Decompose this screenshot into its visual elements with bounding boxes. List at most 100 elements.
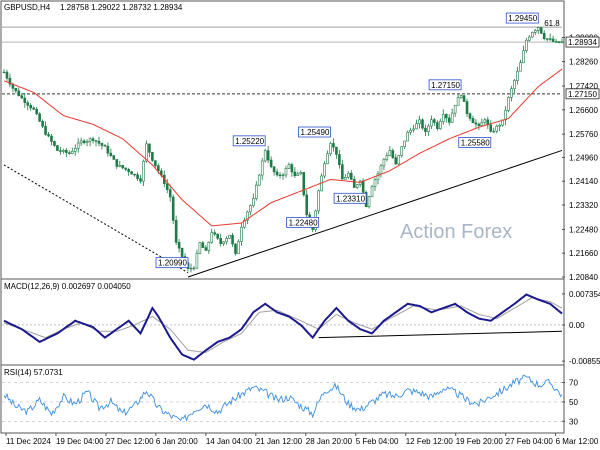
candle-body [382,158,386,167]
candle-body [65,150,68,153]
candle-body [400,146,404,156]
candle-body [168,189,172,198]
annotation-label: 1.20990 [158,259,187,268]
candle-body [97,140,101,144]
candle-body [237,241,240,254]
candle-body [198,242,202,254]
candle-body [516,70,519,81]
candle-body [174,220,178,243]
price-tick-label: 1.22480 [569,225,598,234]
candle-body [254,184,258,199]
candle-body [44,125,47,135]
candle-body [468,113,472,119]
candle-body [165,183,169,190]
time-tick-label: 27 Dec 12:00 [106,437,154,446]
time-tick-label: 14 Jan 04:00 [206,437,253,446]
candle-body [305,194,309,216]
candle-body [418,119,421,124]
fib-label: 61.8 [544,19,560,28]
price-tick-label: 1.25760 [569,130,598,139]
candle-body [73,148,77,152]
candle-body [100,143,104,146]
candle-body [554,41,558,43]
candle-body [480,121,484,126]
candle-body [29,105,33,109]
candle-body [121,164,125,169]
candle-body [424,127,427,132]
candle-body [26,102,30,106]
candle-body [275,171,279,176]
candle-body [189,267,193,270]
rsi-tick-label: 70 [569,379,578,388]
candle-body [370,186,374,197]
macd-tick-label: 0.007354 [569,290,600,299]
price-tick-label: 1.26600 [569,106,598,115]
candle-body [415,123,418,130]
candle-body [219,238,222,244]
price-tick-label: 1.20840 [569,273,598,282]
macd-header: MACD(12,26,9) 0.002697 0.004050 [4,282,131,291]
watermark: Action Forex [400,221,512,243]
macd-tick-label: 0.00 [569,321,585,330]
candle-body [210,232,214,243]
candle-body [62,150,65,152]
candle-body [192,267,196,270]
price-tick-label: 1.23320 [569,201,598,210]
candle-body [82,140,86,143]
candle-body [539,27,543,34]
candle-body [32,107,35,110]
candle-body [154,160,157,166]
candle-body [180,247,184,257]
candle-body [391,150,395,159]
candle-body [136,174,139,179]
candle-body [79,140,83,144]
candle-body [290,164,294,173]
candle-body [263,150,267,162]
candle-body [234,243,237,254]
candle-body [287,164,291,169]
candle-body [483,119,487,123]
time-tick-label: 6 Mar 12:00 [556,437,599,446]
annotation-label: 1.27150 [431,81,460,90]
candle-body [207,241,211,251]
candle-body [124,167,127,170]
candle-body [412,128,415,131]
candle-body [85,140,89,143]
candle-body [252,198,255,206]
candle-body [17,90,21,97]
candle-body [249,205,252,213]
annotation-label: 1.29450 [508,14,537,23]
candle-body [142,160,145,182]
candle-body [228,234,231,239]
time-tick-label: 12 Feb 12:00 [406,437,454,446]
candle-body [465,101,469,114]
candle-body [355,184,359,188]
candle-body [528,36,531,41]
time-tick-label: 27 Feb 04:00 [506,437,554,446]
candle-body [296,173,300,176]
candle-body [379,165,383,175]
candle-body [281,174,285,177]
time-tick-label: 6 Jan 20:00 [156,437,198,446]
candle-body [352,179,356,188]
candle-body [139,178,142,182]
candle-body [103,145,107,147]
candle-body [403,140,406,147]
annotation-label: 1.23310 [336,194,365,203]
candle-body [88,138,92,142]
candle-body [433,119,436,123]
candle-body [513,80,516,90]
candle-body [545,38,549,40]
candle-body [266,150,270,161]
candle-body [459,95,463,98]
candle-body [453,104,457,114]
candle-body [346,172,350,178]
candle-body [257,174,261,186]
candle-body [477,123,481,126]
candle-body [394,157,398,165]
rsi-tick-label: 30 [569,417,578,426]
time-tick-label: 5 Feb 04:00 [356,437,399,446]
time-tick-label: 28 Jan 20:00 [306,437,353,446]
candle-body [495,125,499,132]
candle-body [450,112,454,123]
